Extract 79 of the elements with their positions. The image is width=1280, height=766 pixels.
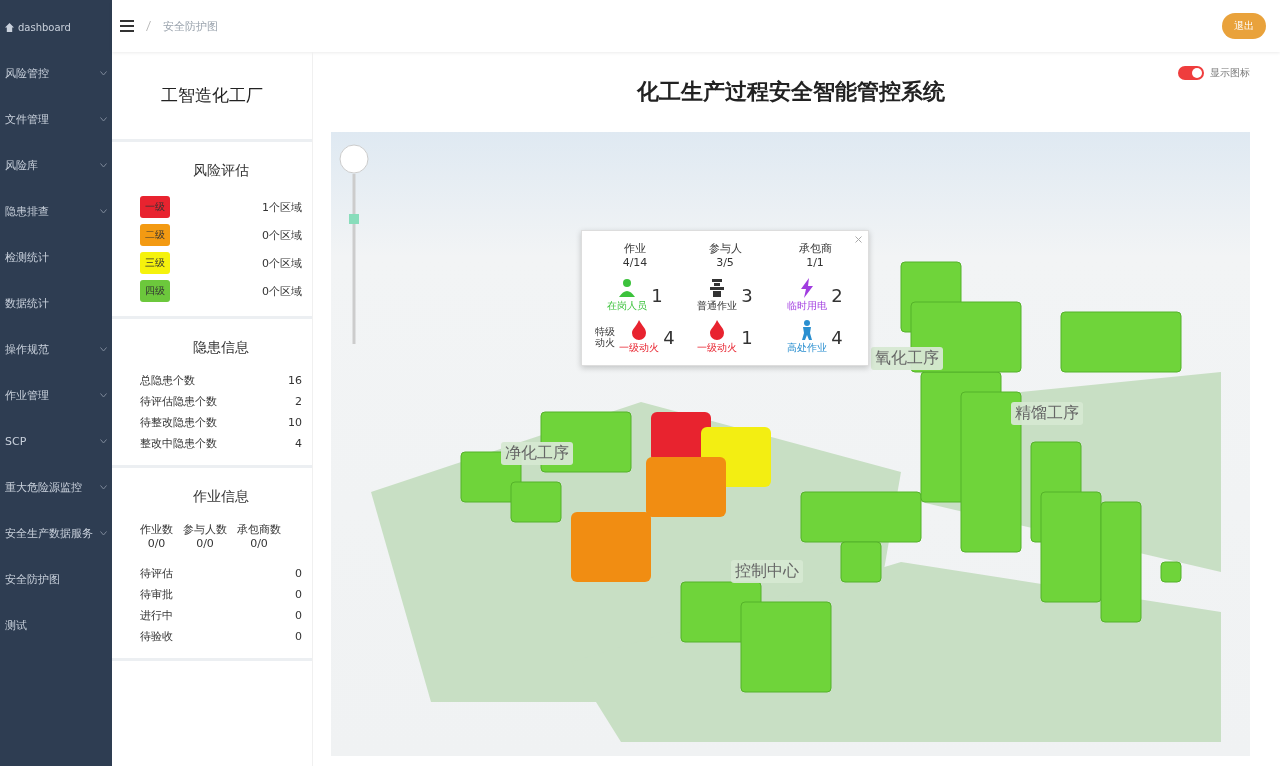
stat-value: 0 (295, 588, 302, 601)
stat-value: 4 (295, 437, 302, 450)
sidebar-item[interactable]: 隐患排查 (0, 188, 112, 234)
menu-icon[interactable] (120, 20, 134, 32)
icon-caption: 一级动火 (697, 341, 738, 355)
separator-icon (146, 21, 151, 31)
count: 1 (651, 284, 663, 306)
sidebar-item[interactable]: 文件管理 (0, 96, 112, 142)
stat-label: 整改中隐患个数 (140, 436, 217, 451)
stat-label: 待评估 (140, 566, 173, 581)
icon-caption: 一级动火 (619, 341, 660, 355)
sidebar-item[interactable]: 安全防护图 (0, 556, 112, 602)
count: 3 (741, 284, 753, 306)
stat-label: 参与人 (708, 241, 742, 256)
sidebar-item[interactable]: dashboard (0, 4, 112, 50)
stat-label: 总隐患个数 (140, 373, 195, 388)
sidebar-item[interactable]: 风险库 (0, 142, 112, 188)
count: 4 (663, 326, 675, 348)
stat-label: 承包商 (798, 241, 832, 256)
risk-count: 0个区域 (262, 227, 302, 243)
sidebar-item[interactable]: 数据统计 (0, 280, 112, 326)
home-icon (5, 22, 14, 32)
count: 4 (831, 326, 843, 348)
stat-value: 0/0 (147, 537, 166, 550)
section-title: 隐患信息 (192, 339, 250, 357)
stat-value: 16 (288, 374, 302, 387)
area-label: 控制中心 (731, 560, 803, 583)
sidebar-item[interactable]: 安全生产数据服务 (0, 510, 112, 556)
icon-caption: 在岗人员 (607, 299, 648, 313)
page-title: 化工生产过程安全智能管控系统 (636, 78, 945, 106)
risk-count: 0个区域 (262, 255, 302, 271)
stat-value: 0 (295, 630, 302, 643)
risk-level-tag: 四级 (140, 280, 170, 302)
stat-label: 进行中 (140, 608, 173, 623)
stat-value: 2 (295, 395, 302, 408)
section-title: 作业信息 (192, 488, 250, 506)
stat-label: 承包商数 (237, 522, 281, 537)
stat-label: 待评估隐患个数 (140, 394, 217, 409)
area-label: 精馏工序 (1011, 402, 1083, 425)
3d-map[interactable]: 氧化工序 精馏工序 净化工序 控制中心 作业 4/14 参与人 3/5 承包商 1/1 在岗人员 1 普通作业 3 临时用电 2 特级动火 一级动火 4 一级动火 1 高处作业 4 (331, 132, 1250, 756)
stat-value: 3/5 (716, 256, 734, 269)
factory-name: 工智造化工厂 (160, 84, 264, 107)
toggle-label: 显示图标 (1210, 66, 1250, 80)
stat-label: 待整改隐患个数 (140, 415, 217, 430)
section-title: 风险评估 (192, 162, 250, 180)
stat-label: 作业 (624, 241, 646, 256)
risk-level-tag: 三级 (140, 252, 170, 274)
stat-value: 0 (295, 567, 302, 580)
count: 1 (741, 326, 753, 348)
stat-value: 0 (295, 609, 302, 622)
sidebar-item[interactable]: 作业管理 (0, 372, 112, 418)
sidebar-item[interactable]: 重大危险源监控 (0, 464, 112, 510)
icon-caption: 普通作业 (697, 299, 738, 313)
area-label: 净化工序 (501, 442, 573, 465)
stat-label: 作业数 (140, 522, 173, 537)
sidebar-item[interactable]: 测试 (0, 602, 112, 648)
sidebar-item[interactable]: SCP (0, 418, 112, 464)
risk-count: 1个区域 (262, 199, 302, 215)
area-label: 氧化工序 (871, 347, 943, 370)
count: 2 (831, 284, 843, 306)
stat-value: 4/14 (622, 256, 648, 269)
stat-value: 1/1 (806, 256, 824, 269)
stat-label: 待审批 (140, 587, 173, 602)
risk-count: 0个区域 (262, 283, 302, 299)
stat-label: 参与人数 (183, 522, 227, 537)
sidebar-item[interactable]: 风险管控 (0, 50, 112, 96)
icon-caption: 高处作业 (787, 341, 828, 355)
icon-caption: 临时用电 (787, 299, 828, 313)
stat-label: 待验收 (140, 629, 173, 644)
sidebar-item[interactable]: 操作规范 (0, 326, 112, 372)
stat-value: 0/0 (250, 537, 268, 550)
sidebar-item[interactable]: 检测统计 (0, 234, 112, 280)
stat-value: 10 (288, 416, 302, 429)
side-label: 特级动火 (595, 326, 616, 348)
close-icon[interactable] (855, 236, 862, 243)
toggle-switch[interactable] (1178, 66, 1204, 80)
risk-level-tag: 一级 (140, 196, 170, 218)
risk-level-tag: 二级 (140, 224, 170, 246)
stat-value: 0/0 (196, 537, 214, 550)
